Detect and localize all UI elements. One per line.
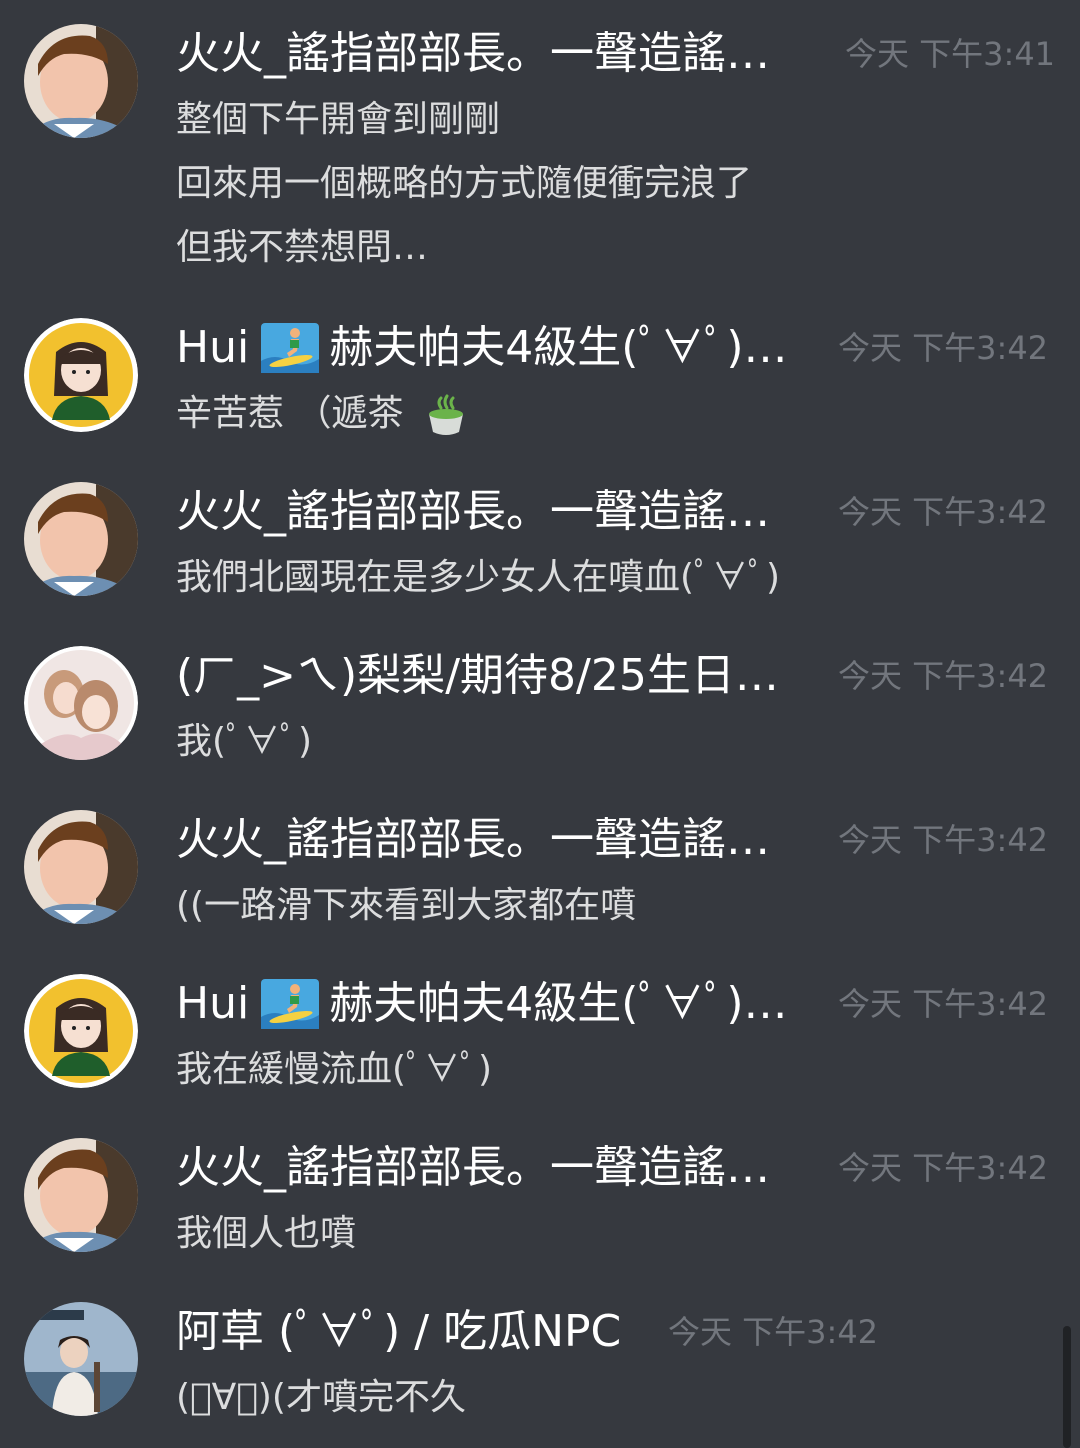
avatar-lili[interactable]	[24, 646, 138, 760]
message-text: 辛苦惹 （遞茶	[176, 382, 471, 446]
green-tea-icon	[428, 394, 463, 435]
timestamp: 今天 下午3:41	[845, 35, 1056, 73]
surfer-icon	[261, 979, 320, 1029]
avatar-hui[interactable]	[24, 318, 138, 432]
message-header: 火火_謠指部部長。一聲造謠…	[176, 482, 770, 542]
username[interactable]: (ㄏ_>ㄟ)梨梨/期待8/25生日…	[176, 646, 779, 706]
message-text: 回來用一個概略的方式隨便衝完浪了	[176, 163, 753, 204]
username[interactable]: 阿草 (ﾟ∀ﾟ) / 吃瓜NPC	[176, 1302, 621, 1362]
timestamp: 今天 下午3:42	[838, 493, 1049, 531]
message-header: 火火_謠指部部長。一聲造謠…	[176, 1138, 770, 1198]
message-header: Hui 赫夫帕夫4級生(ﾟ∀ﾟ)…	[176, 974, 788, 1034]
user-illustration-icon	[24, 318, 138, 432]
avatar-acao[interactable]	[24, 1302, 138, 1416]
message-text: 但我不禁想問…	[176, 227, 429, 268]
message-header: 阿草 (ﾟ∀ﾟ) / 吃瓜NPC	[176, 1302, 621, 1362]
avatar-hui[interactable]	[24, 974, 138, 1088]
username-prefix[interactable]: Hui	[176, 974, 249, 1034]
user-photo-icon	[24, 24, 138, 138]
message-header: Hui 赫夫帕夫4級生(ﾟ∀ﾟ)…	[176, 318, 788, 378]
message-text: 我(ﾟ∀ﾟ)	[176, 721, 313, 762]
message-text: ((一路滑下來看到大家都在噴	[176, 885, 637, 926]
user-illustration-icon	[24, 974, 138, 1088]
message-text: 我們北國現在是多少女人在噴血(ﾟ∀ﾟ)	[176, 557, 781, 598]
username[interactable]: 赫夫帕夫4級生(ﾟ∀ﾟ)…	[329, 318, 787, 378]
message-header: 火火_謠指部部長。一聲造謠…	[176, 24, 770, 84]
user-photo-icon	[24, 482, 138, 596]
message-text: 整個下午開會到剛剛	[176, 99, 501, 140]
username[interactable]: 火火_謠指部部長。一聲造謠…	[176, 1138, 770, 1198]
timestamp: 今天 下午3:42	[838, 1149, 1049, 1187]
username[interactable]: 火火_謠指部部長。一聲造謠…	[176, 810, 770, 870]
message-header: 火火_謠指部部長。一聲造謠…	[176, 810, 770, 870]
username[interactable]: 火火_謠指部部長。一聲造謠…	[176, 482, 770, 542]
timestamp: 今天 下午3:42	[838, 657, 1049, 695]
user-photo-icon	[24, 1138, 138, 1252]
timestamp: 今天 下午3:42	[838, 821, 1049, 859]
username[interactable]: 赫夫帕夫4級生(ﾟ∀ﾟ)…	[329, 974, 787, 1034]
chat-message-list[interactable]: 火火_謠指部部長。一聲造謠… 今天 下午3:41 整個下午開會到剛剛 回來用一個…	[0, 0, 1080, 1448]
timestamp: 今天 下午3:42	[668, 1313, 879, 1351]
surfer-icon	[261, 323, 320, 373]
username[interactable]: 火火_謠指部部長。一聲造謠…	[176, 24, 770, 84]
avatar-huohuo[interactable]	[24, 24, 138, 138]
user-photo-icon	[24, 1302, 138, 1416]
username-prefix[interactable]: Hui	[176, 318, 249, 378]
user-photo-icon	[24, 810, 138, 924]
user-photo-icon	[24, 646, 138, 760]
avatar-huohuo[interactable]	[24, 482, 138, 596]
timestamp: 今天 下午3:42	[838, 329, 1049, 367]
message-header: (ㄏ_>ㄟ)梨梨/期待8/25生日…	[176, 646, 779, 706]
message-text: 我在緩慢流血(ﾟ∀ﾟ)	[176, 1049, 493, 1090]
avatar-huohuo[interactable]	[24, 1138, 138, 1252]
scrollbar-thumb[interactable]	[1063, 1326, 1071, 1448]
message-text-content: 辛苦惹 （遞茶	[176, 393, 404, 434]
message-text: (ﾟ∀ﾟ)(才噴完不久	[176, 1377, 466, 1418]
message-text: 我個人也噴	[176, 1213, 357, 1254]
timestamp: 今天 下午3:42	[838, 985, 1049, 1023]
avatar-huohuo[interactable]	[24, 810, 138, 924]
